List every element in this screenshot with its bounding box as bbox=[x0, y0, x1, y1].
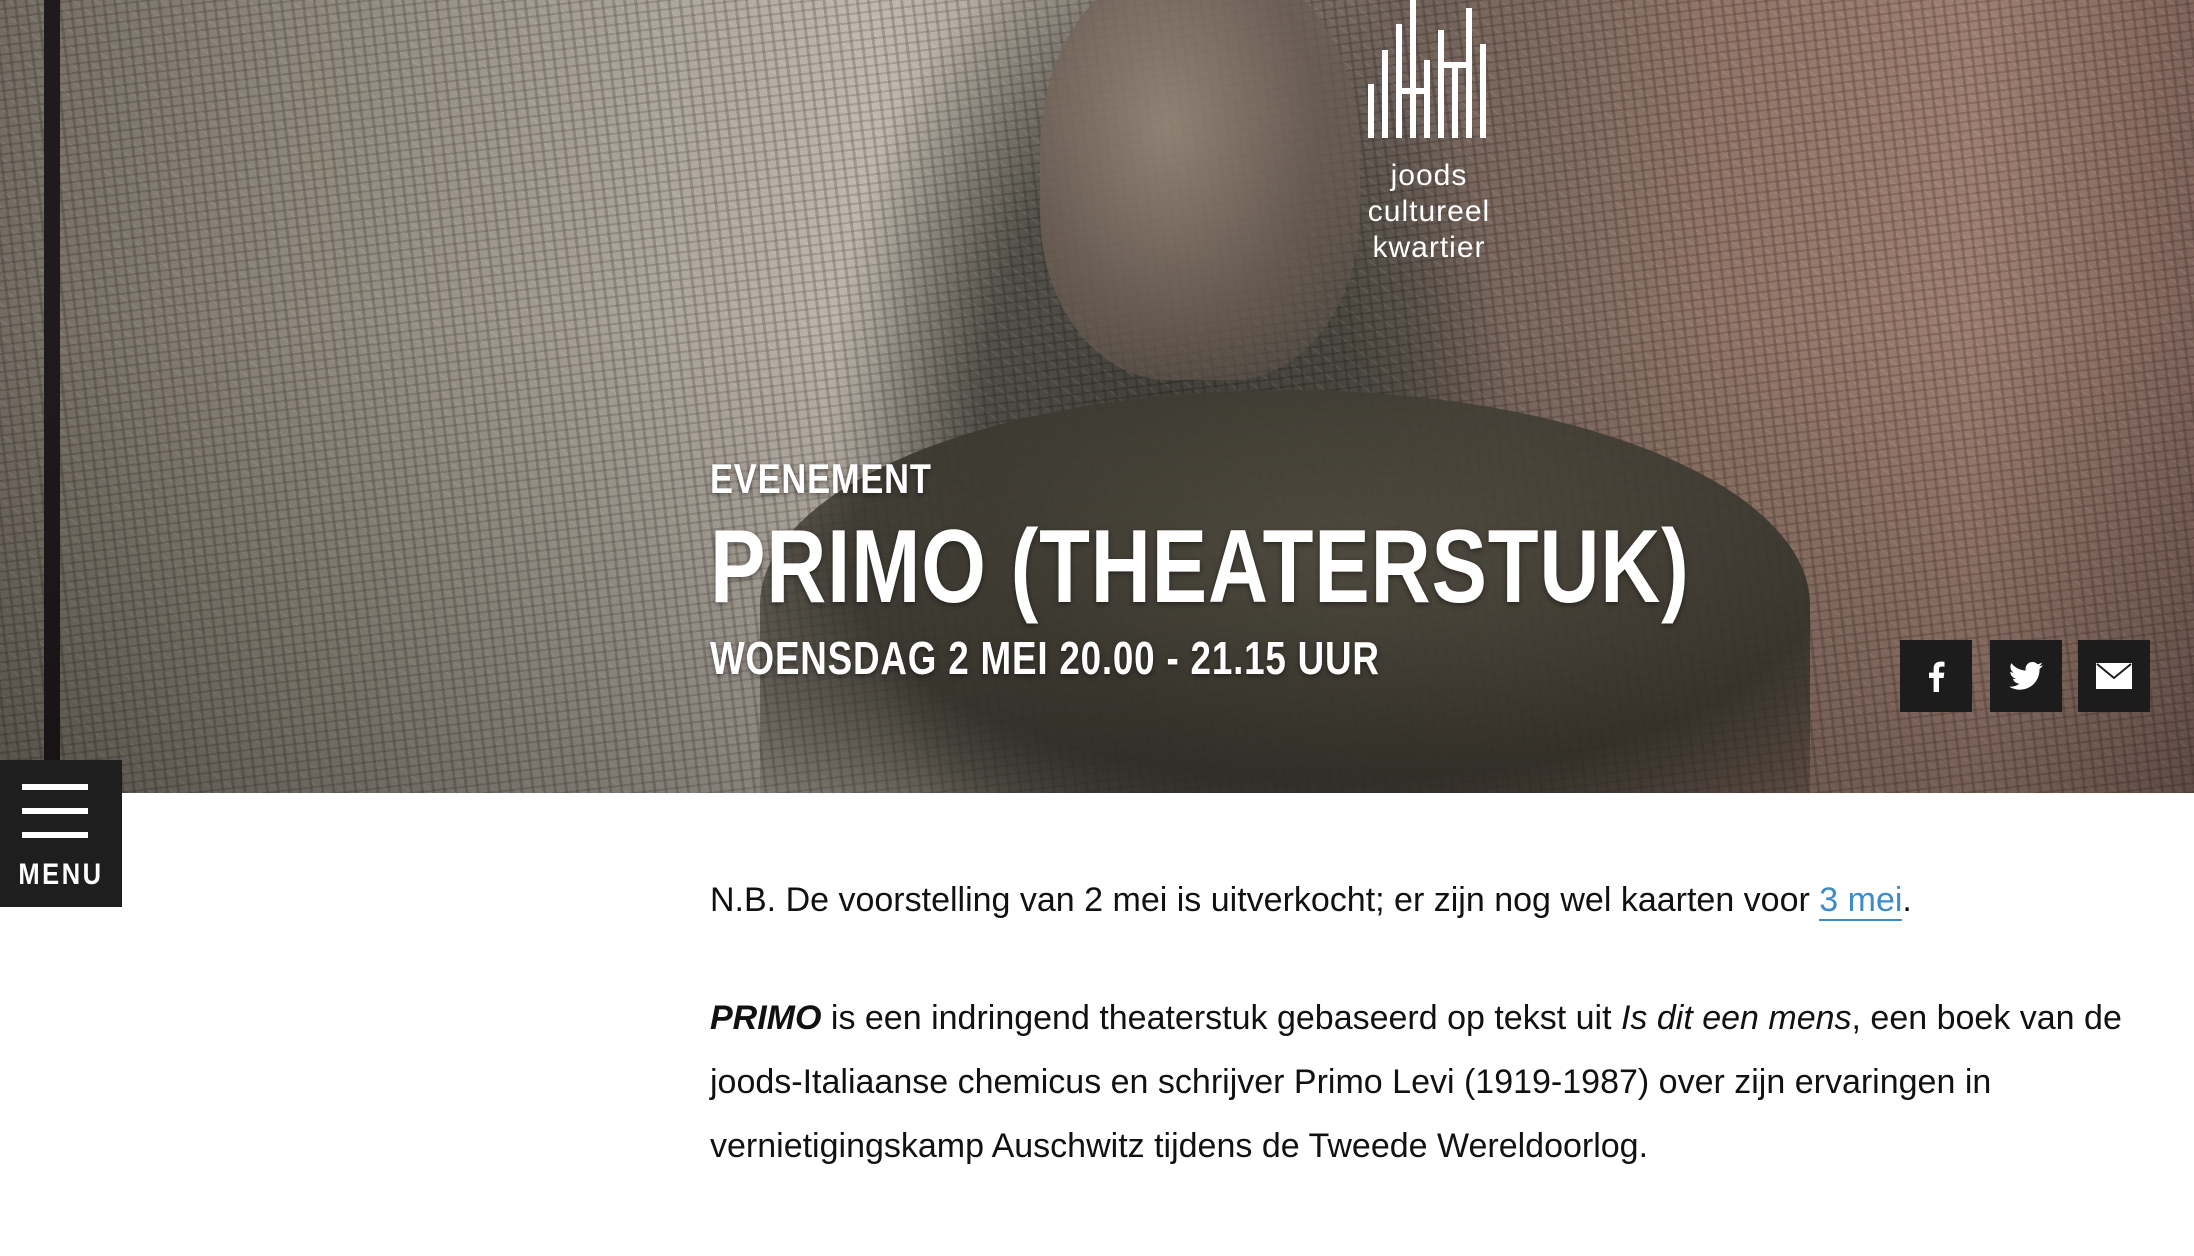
date-link-3-mei[interactable]: 3 mei bbox=[1819, 881, 1903, 921]
facebook-icon bbox=[1929, 661, 1945, 692]
hero-banner: joods cultureel kwartier EVENEMENT PRIMO… bbox=[0, 0, 2194, 793]
event-type-label: EVENEMENT bbox=[710, 455, 932, 502]
share-twitter-button[interactable] bbox=[1990, 640, 2062, 712]
twitter-icon bbox=[2009, 662, 2043, 690]
logo-line: kwartier bbox=[1372, 231, 1486, 264]
event-description: N.B. De voorstelling van 2 mei is uitver… bbox=[710, 868, 2160, 1178]
hamburger-icon bbox=[22, 784, 88, 840]
logo-line: joods bbox=[1390, 159, 1468, 192]
intro-paragraph: PRIMO is een indringend theaterstuk geba… bbox=[710, 986, 2160, 1178]
page-title: PRIMO (THEATERSTUK) bbox=[710, 509, 1690, 625]
intro-text-1: is een indringend theaterstuk gebaseerd … bbox=[821, 999, 1621, 1037]
notice-end: . bbox=[1902, 881, 1912, 919]
share-mail-button[interactable] bbox=[2078, 640, 2150, 712]
event-date: WOENSDAG 2 MEI 20.00 - 21.15 UUR bbox=[710, 632, 1380, 684]
logo-line: cultureel bbox=[1367, 195, 1491, 228]
site-logo[interactable]: joods cultureel kwartier bbox=[1366, 0, 1492, 270]
book-title: Is dit een mens bbox=[1620, 999, 1852, 1037]
mail-icon bbox=[2096, 663, 2132, 689]
logo-wordmark: joods cultureel kwartier bbox=[1366, 158, 1492, 266]
jck-logo-icon bbox=[1368, 0, 1486, 138]
event-header: EVENEMENT PRIMO (THEATERSTUK) WOENSDAG 2… bbox=[710, 450, 1935, 690]
sold-out-notice: N.B. De voorstelling van 2 mei is uitver… bbox=[710, 868, 2160, 932]
share-facebook-button[interactable] bbox=[1900, 640, 1972, 712]
intro-title: PRIMO bbox=[710, 999, 822, 1037]
menu-label: MENU bbox=[18, 858, 104, 891]
menu-button[interactable]: MENU bbox=[0, 760, 122, 907]
notice-text: N.B. De voorstelling van 2 mei is uitver… bbox=[710, 881, 1820, 919]
